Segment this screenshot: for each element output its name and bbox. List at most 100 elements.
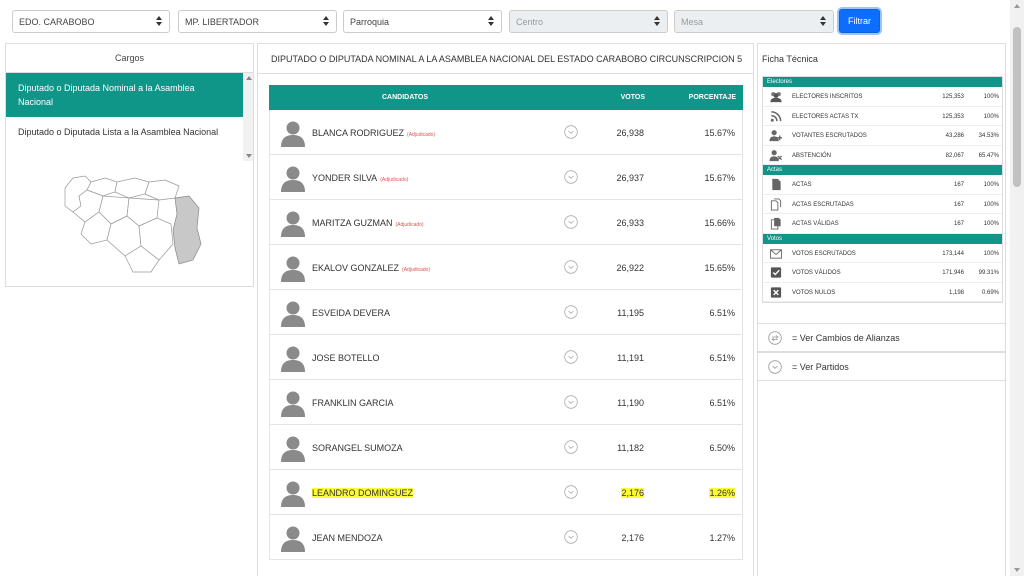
ficha-row: VOTOS VÁLIDOS 171,946 99.31% bbox=[763, 263, 1002, 283]
ficha-row: VOTOS ESCRUTADOS 173,144 100% bbox=[763, 244, 1002, 263]
candidate-name-cell: YONDER SILVA (Adjudicado) bbox=[312, 173, 408, 183]
ficha-percentage: 100% bbox=[983, 113, 999, 120]
estado-select-value: EDO. CARABOBO bbox=[19, 16, 95, 27]
votes-cell: 26,933 bbox=[616, 218, 644, 228]
candidate-name: FRANKLIN GARCIA bbox=[312, 398, 394, 408]
ficha-number: 125,353 bbox=[942, 94, 964, 100]
municipio-select[interactable]: MP. LIBERTADOR bbox=[178, 10, 337, 33]
candidate-name-cell: JEAN MENDOZA bbox=[312, 533, 386, 543]
scroll-down-icon[interactable] bbox=[246, 154, 252, 158]
ver-alianzas-button[interactable]: = Ver Cambios de Alianzas bbox=[758, 323, 1005, 352]
cargos-scrollbar[interactable] bbox=[243, 73, 253, 161]
venezuela-map[interactable] bbox=[51, 168, 211, 278]
header-porcentaje: PORCENTAJE bbox=[688, 94, 736, 101]
percentage-cell: 6.51% bbox=[709, 308, 735, 318]
ficha-percentage: 100% bbox=[983, 94, 999, 100]
avatar-icon bbox=[281, 166, 305, 192]
adjudicado-tag: (Adjudicado) bbox=[407, 132, 436, 138]
table-row[interactable]: SORANGEL SUMOZA 11,182 6.50% bbox=[269, 425, 743, 470]
cargo-item-lista[interactable]: Diputado o Diputada Lista a la Asamblea … bbox=[6, 117, 253, 161]
chevron-down-circle-icon[interactable] bbox=[564, 215, 578, 229]
candidate-name-cell: MARITZA GUZMAN (Adjudicado) bbox=[312, 218, 424, 228]
user-x-icon bbox=[769, 149, 783, 161]
candidate-name-cell: SORANGEL SUMOZA bbox=[312, 443, 406, 453]
table-row[interactable]: MARITZA GUZMAN (Adjudicado) 26,933 15.66% bbox=[269, 200, 743, 245]
header-votos: VOTOS bbox=[620, 94, 645, 101]
filtrar-button[interactable]: Filtrar bbox=[839, 9, 880, 33]
cargos-title: Cargos bbox=[6, 44, 253, 73]
candidate-name: JOSE BOTELLO bbox=[312, 353, 380, 363]
select-caret-icon bbox=[654, 16, 661, 28]
chevron-down-circle-icon[interactable] bbox=[564, 440, 578, 454]
select-caret-icon bbox=[156, 16, 163, 28]
scroll-down-icon[interactable] bbox=[1014, 568, 1020, 572]
chevron-down-circle-icon[interactable] bbox=[564, 395, 578, 409]
avatar-icon bbox=[281, 526, 305, 552]
scrollbar-thumb[interactable] bbox=[1013, 27, 1021, 187]
parroquia-select[interactable]: Parroquia bbox=[343, 10, 502, 33]
table-row[interactable]: ESVEIDA DEVERA 11,195 6.51% bbox=[269, 290, 743, 335]
ficha-number: 167 bbox=[953, 201, 964, 208]
table-body: BLANCA RODRIGUEZ (Adjudicado) 26,938 15.67%… bbox=[269, 110, 743, 560]
ficha-title: Ficha Técnica bbox=[762, 54, 818, 64]
chevron-down-circle-icon[interactable] bbox=[564, 260, 578, 274]
rss-icon bbox=[770, 110, 782, 122]
candidate-name: BLANCA RODRIGUEZ bbox=[312, 128, 405, 138]
avatar-icon bbox=[281, 436, 305, 462]
candidate-name-cell: EKALOV GONZALEZ (Adjudicado) bbox=[312, 263, 430, 273]
ver-partidos-button[interactable]: = Ver Partidos bbox=[758, 352, 1005, 381]
ficha-percentage: 65.47% bbox=[978, 152, 999, 159]
candidate-name-cell: BLANCA RODRIGUEZ (Adjudicado) bbox=[312, 128, 435, 138]
table-row[interactable]: EKALOV GONZALEZ (Adjudicado) 26,922 15.65% bbox=[269, 245, 743, 290]
parroquia-select-value: Parroquia bbox=[350, 16, 390, 27]
ficha-row: VOTANTES ESCRUTADOS 43,286 34.53% bbox=[763, 126, 1002, 146]
ficha-section-header: Actas bbox=[763, 165, 1002, 175]
table-row[interactable]: JEAN MENDOZA 2,176 1.27% bbox=[269, 515, 743, 560]
ficha-row: ABSTENCIÓN 82,067 65.47% bbox=[763, 146, 1002, 165]
page-scrollbar[interactable] bbox=[1010, 0, 1024, 576]
percentage-cell: 15.67% bbox=[704, 173, 735, 183]
table-row[interactable]: BLANCA RODRIGUEZ (Adjudicado) 26,938 15.67% bbox=[269, 110, 743, 155]
percentage-cell: 1.27% bbox=[709, 533, 735, 543]
chevron-down-circle-icon[interactable] bbox=[564, 350, 578, 364]
cargos-list: Diputado o Diputada Nominal a la Asamble… bbox=[6, 73, 253, 161]
centro-select[interactable]: Centro bbox=[509, 10, 668, 33]
estado-select[interactable]: EDO. CARABOBO bbox=[12, 10, 170, 33]
chevron-down-circle-icon[interactable] bbox=[564, 125, 578, 139]
document-check-icon bbox=[770, 217, 781, 230]
chevron-down-circle-icon[interactable] bbox=[564, 485, 578, 499]
candidate-name: YONDER SILVA bbox=[312, 173, 378, 183]
mesa-select[interactable]: Mesa bbox=[674, 10, 834, 33]
votes-cell: 11,190 bbox=[617, 398, 644, 408]
cargo-item-nominal[interactable]: Diputado o Diputada Nominal a la Asamble… bbox=[6, 73, 253, 117]
ficha-row: VOTOS NULOS 1,198 0.69% bbox=[763, 283, 1002, 302]
ficha-row: ACTAS ESCRUTADAS 167 100% bbox=[763, 195, 1002, 214]
table-row[interactable]: LEANDRO DOMINGUEZ 2,176 1.26% bbox=[269, 470, 743, 515]
ficha-section-header: Votos bbox=[763, 233, 1002, 244]
votes-cell: 2,176 bbox=[621, 488, 644, 498]
percentage-cell: 15.66% bbox=[704, 218, 735, 228]
select-caret-icon bbox=[323, 16, 330, 28]
votes-cell: 2,176 bbox=[621, 533, 644, 543]
ficha-number: 173,144 bbox=[942, 250, 964, 257]
scroll-up-icon[interactable] bbox=[1014, 4, 1020, 8]
chevron-down-circle-icon[interactable] bbox=[564, 530, 578, 544]
ficha-panel: Ficha Técnica Electores ELECTORES INSCRIT… bbox=[757, 43, 1006, 576]
ficha-number: 82,067 bbox=[945, 152, 964, 159]
table-row[interactable]: YONDER SILVA (Adjudicado) 26,937 15.67% bbox=[269, 155, 743, 200]
percentage-cell: 1.26% bbox=[709, 488, 735, 498]
chevron-down-circle-icon bbox=[768, 360, 782, 374]
chevron-down-circle-icon[interactable] bbox=[564, 305, 578, 319]
avatar-icon bbox=[281, 481, 305, 507]
ficha-label: ABSTENCIÓN bbox=[792, 152, 832, 159]
scroll-up-icon[interactable] bbox=[246, 76, 252, 80]
chevron-down-circle-icon[interactable] bbox=[564, 170, 578, 184]
candidate-name: ESVEIDA DEVERA bbox=[312, 308, 391, 318]
table-row[interactable]: JOSE BOTELLO 11,191 6.51% bbox=[269, 335, 743, 380]
map-region-selected bbox=[172, 195, 202, 265]
table-row[interactable]: FRANKLIN GARCIA 11,190 6.51% bbox=[269, 380, 743, 425]
candidate-name-cell: ESVEIDA DEVERA bbox=[312, 308, 393, 318]
ficha-number: 167 bbox=[953, 221, 964, 227]
cargos-panel: Cargos Diputado o Diputada Nominal a la … bbox=[5, 43, 254, 287]
avatar-icon bbox=[281, 301, 305, 327]
